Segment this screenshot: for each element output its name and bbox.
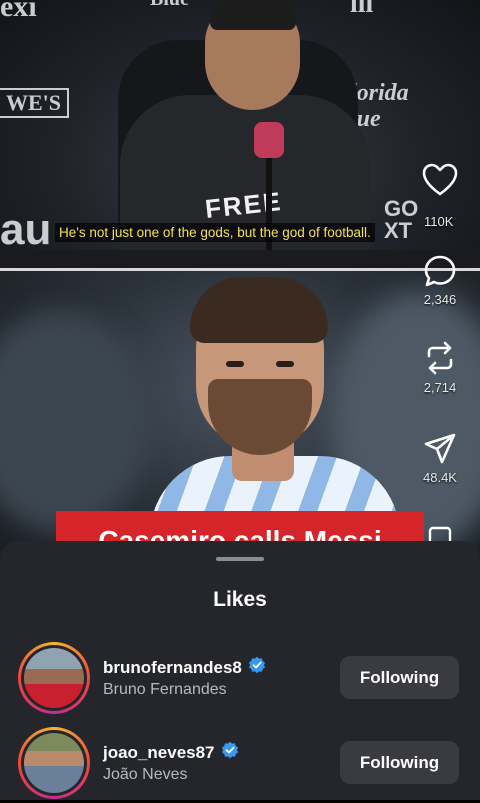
- like-list-item[interactable]: joao_neves87 João Neves Following: [0, 723, 480, 803]
- repost-action[interactable]: 2,714: [410, 340, 470, 395]
- player-eye: [276, 361, 294, 367]
- following-button[interactable]: Following: [340, 741, 459, 784]
- verified-badge-icon: [248, 656, 266, 679]
- like-count: 110K: [424, 214, 454, 229]
- background-blur: [0, 311, 150, 531]
- press-table: [0, 250, 480, 270]
- backdrop-sponsor-text: exi: [0, 0, 37, 23]
- username[interactable]: joao_neves87: [103, 743, 215, 763]
- avatar-story-ring[interactable]: [18, 727, 90, 799]
- comment-icon[interactable]: [410, 254, 470, 288]
- player-frame: Casemiro calls Messi: [0, 271, 480, 561]
- avatar-story-ring[interactable]: [18, 642, 90, 714]
- backdrop-sponsor-text: au: [0, 205, 52, 254]
- player-hair: [190, 277, 328, 343]
- backdrop-sponsor-text: GO XT: [384, 196, 419, 243]
- like-action[interactable]: 110K: [410, 163, 470, 229]
- sheet-drag-handle[interactable]: [216, 557, 264, 561]
- comment-action[interactable]: 2,346: [410, 254, 470, 307]
- likes-sheet: Likes brunofernandes8 Bruno Fernandes Fo…: [0, 541, 480, 800]
- following-button[interactable]: Following: [340, 656, 459, 699]
- full-name: João Neves: [103, 766, 188, 783]
- share-action[interactable]: 48.4K: [410, 432, 470, 485]
- backdrop-sponsor-text: WE'S: [0, 88, 70, 118]
- share-count: 48.4K: [423, 470, 457, 485]
- press-conference-frame: exi Blue lll WE'S au lorida lue GO XT FR…: [0, 0, 480, 270]
- speaker-hair: [210, 0, 296, 30]
- verified-badge-icon: [221, 741, 239, 764]
- backdrop-sponsor-text: Blue: [150, 0, 189, 11]
- like-list-item[interactable]: brunofernandes8 Bruno Fernandes Followin…: [0, 638, 480, 718]
- full-name: Bruno Fernandes: [103, 681, 227, 698]
- microphone: [254, 122, 284, 158]
- sheet-title: Likes: [213, 588, 267, 611]
- username[interactable]: brunofernandes8: [103, 658, 242, 678]
- avatar: [24, 648, 84, 708]
- comment-count: 2,346: [423, 292, 457, 307]
- send-icon[interactable]: [410, 432, 470, 466]
- speaker-body: [120, 95, 370, 270]
- player-beard: [208, 379, 312, 455]
- repost-icon[interactable]: [410, 340, 470, 376]
- heart-icon[interactable]: [410, 163, 470, 197]
- repost-count: 2,714: [423, 380, 457, 395]
- avatar: [24, 733, 84, 793]
- video-subtitle: He's not just one of the gods, but the g…: [55, 223, 375, 242]
- backdrop-sponsor-text: lorida lue: [350, 80, 409, 132]
- backdrop-sponsor-text: lll: [350, 0, 374, 19]
- player-eye: [226, 361, 244, 367]
